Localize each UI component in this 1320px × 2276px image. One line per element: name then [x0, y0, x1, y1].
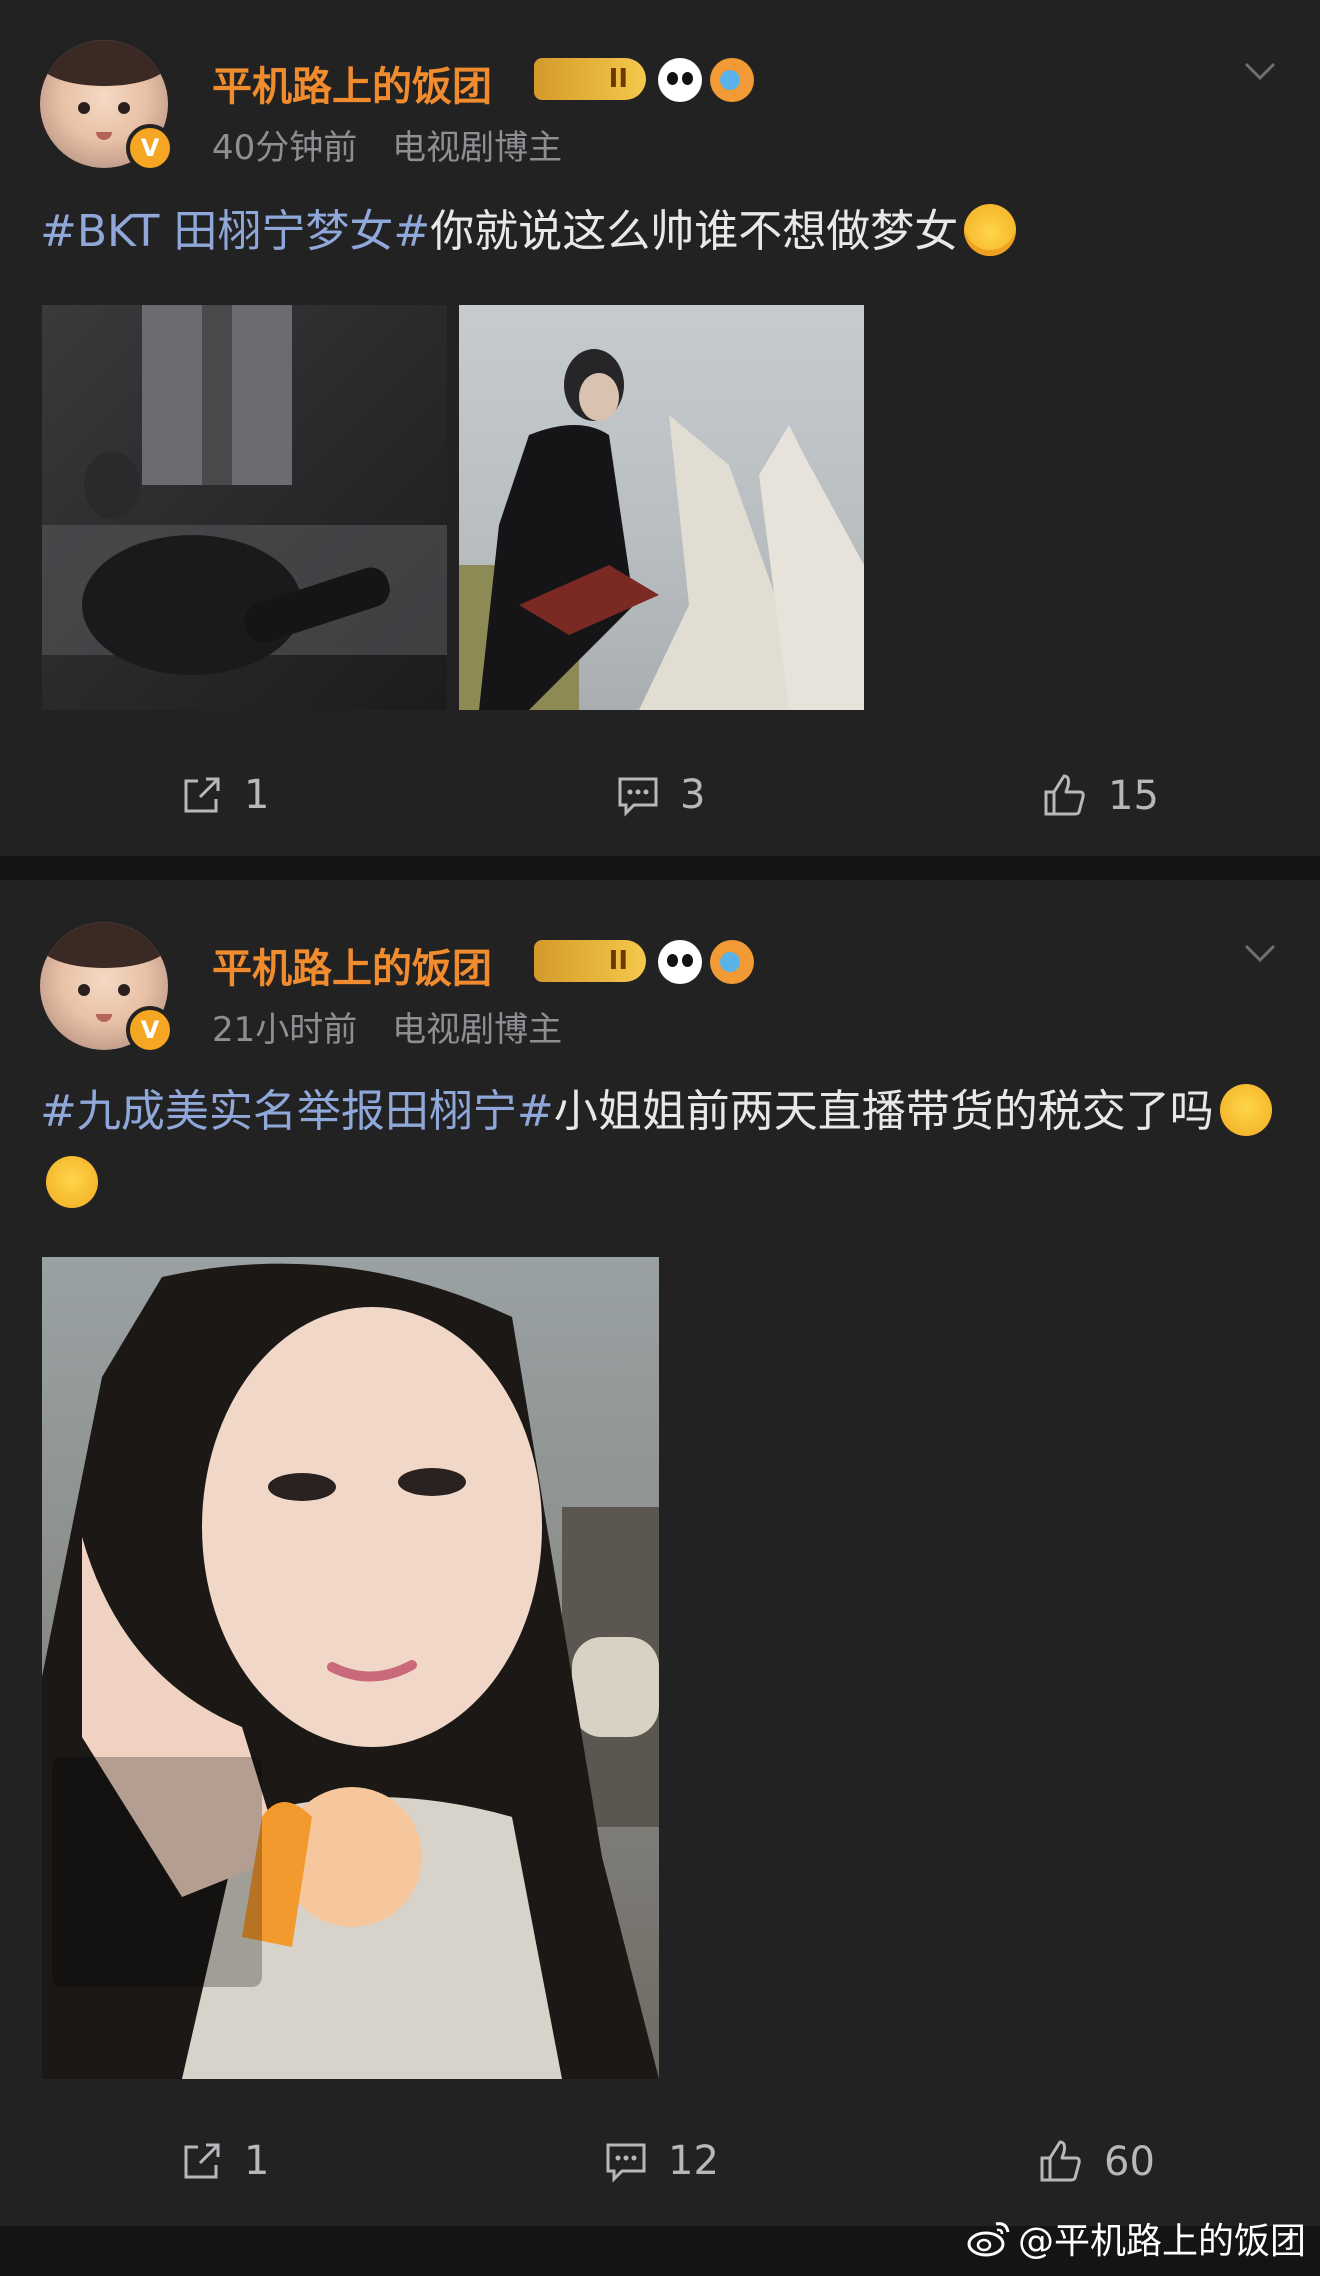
room-scene-illustration: [42, 305, 447, 675]
post-text: #九成美实名举报田栩宁#小姐姐前两天直播带货的税交了吗: [40, 1076, 1280, 1220]
comment-button[interactable]: 12: [604, 2138, 719, 2184]
comment-icon: [618, 777, 658, 817]
hug-emoji-icon: [1219, 1084, 1272, 1136]
post-meta: 40分钟前 电视剧博主: [212, 120, 586, 169]
thumbs-up-icon: [1044, 774, 1085, 816]
panda-icon: [658, 940, 702, 984]
post-separator: [0, 856, 1320, 880]
post-body: 你就说这么帅谁不想做梦女: [430, 206, 959, 257]
post-body: 小姐姐前两天直播带货的税交了吗: [553, 1086, 1214, 1137]
chevron-down-icon[interactable]: [1240, 934, 1280, 974]
like-button[interactable]: 15: [1040, 772, 1159, 820]
post-image-2[interactable]: [459, 305, 864, 710]
like-count: 60: [1104, 2139, 1155, 2185]
comment-icon: [606, 2143, 646, 2183]
author-tag: 电视剧博主: [392, 128, 563, 168]
verified-icon: V: [126, 124, 174, 172]
hashtag-link[interactable]: #九成美实名举报田栩宁#: [40, 1086, 554, 1137]
comment-button[interactable]: 3: [616, 772, 705, 818]
post-time: 40分钟前: [212, 128, 358, 168]
repost-count: 1: [244, 772, 270, 818]
rider-horse-illustration: [459, 349, 864, 710]
post-time: 21小时前: [212, 1010, 358, 1050]
fish-icon: [710, 940, 754, 984]
level-badge-label: II: [608, 64, 628, 94]
level-crown-icon: II: [534, 58, 646, 100]
weibo-logo-icon: [967, 2222, 1010, 2257]
thumbs-up-icon: [1040, 2140, 1081, 2182]
watermark-text: @平机路上的饭团: [1017, 2221, 1306, 2262]
username[interactable]: 平机路上的饭团: [212, 54, 492, 112]
post-meta: 21小时前 电视剧博主: [212, 1002, 586, 1051]
comment-count: 12: [668, 2138, 719, 2184]
livestream-portrait-illustration: [42, 1263, 659, 2079]
like-button[interactable]: 60: [1036, 2138, 1155, 2186]
post-card-2: V 平机路上的饭团 II 21小时前 电视剧博主 #九成美实名举报田栩宁#小姐姐…: [0, 880, 1320, 2226]
repost-icon: [184, 2143, 220, 2179]
verified-icon: V: [126, 1006, 174, 1054]
repost-button[interactable]: 1: [180, 2138, 269, 2184]
repost-count: 1: [244, 2138, 270, 2184]
username[interactable]: 平机路上的饭团: [212, 936, 492, 994]
repost-button[interactable]: 1: [180, 772, 269, 818]
hug-emoji-icon: [46, 1156, 98, 1208]
post-text: #BKT 田栩宁梦女#你就说这么帅谁不想做梦女: [40, 196, 1280, 268]
post-image-livestream[interactable]: [42, 1257, 659, 2079]
blush-emoji-icon: [964, 204, 1017, 256]
panda-icon: [658, 58, 702, 102]
repost-icon: [184, 777, 220, 813]
level-crown-icon: II: [534, 940, 646, 982]
post-image-1[interactable]: [42, 305, 447, 710]
level-badge-label: II: [608, 946, 628, 976]
post-card-1: V 平机路上的饭团 II 40分钟前 电视剧博主 #BKT 田栩宁梦女#你就说这…: [0, 0, 1320, 856]
chevron-down-icon[interactable]: [1240, 52, 1280, 92]
author-tag: 电视剧博主: [392, 1010, 563, 1050]
comment-count: 3: [680, 772, 706, 818]
like-count: 15: [1108, 773, 1159, 819]
fish-icon: [710, 58, 754, 102]
hashtag-link[interactable]: #BKT 田栩宁梦女#: [40, 206, 430, 257]
weibo-watermark: @平机路上的饭团: [966, 2212, 1306, 2264]
